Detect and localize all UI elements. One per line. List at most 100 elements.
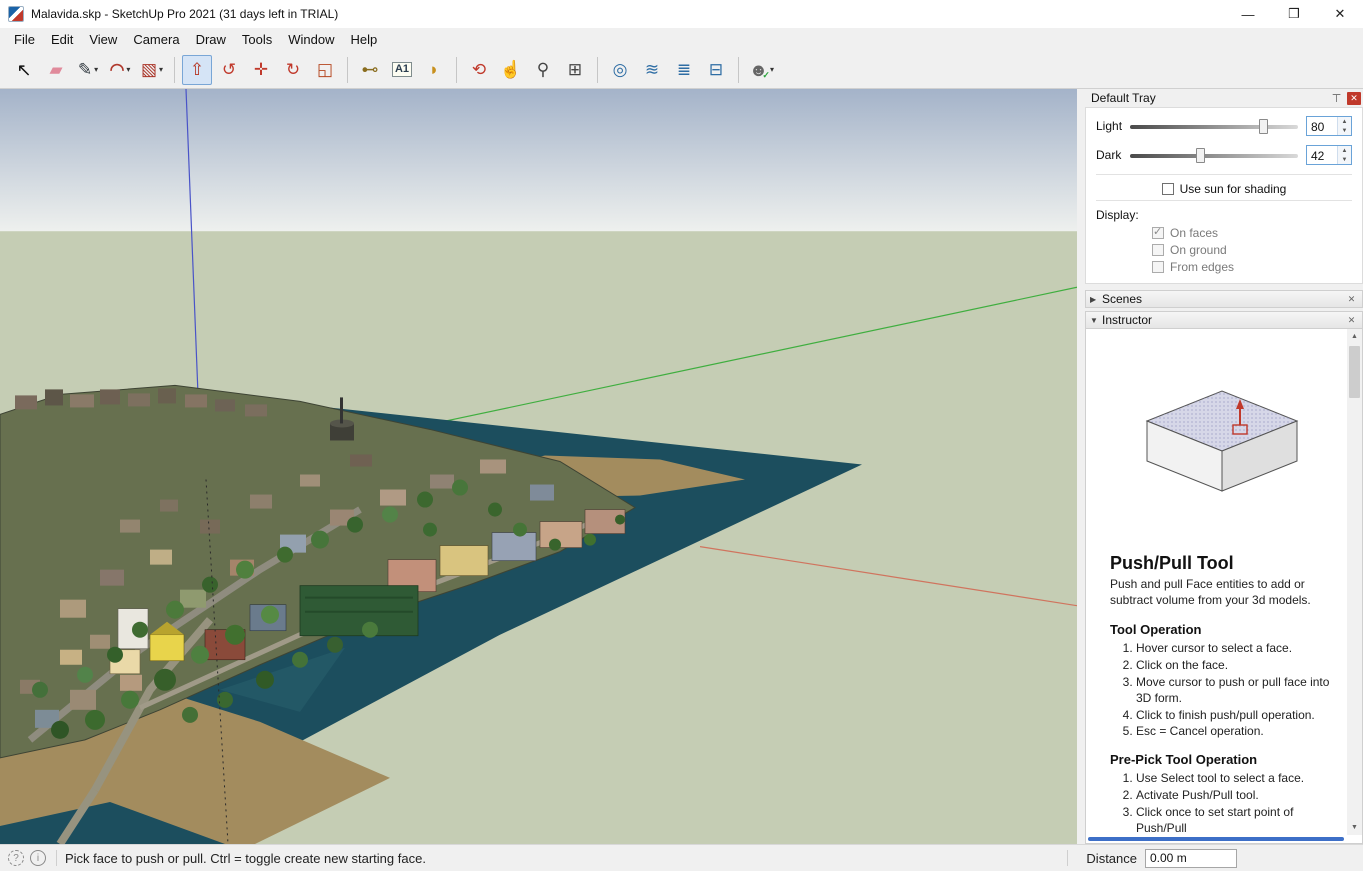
xray-view-tool[interactable]: ≋: [637, 55, 667, 85]
account-avatar[interactable]: ☻ ✓ ▾: [746, 55, 777, 85]
dark-spin-down-icon[interactable]: ▼: [1338, 155, 1351, 164]
line-tool-dropdown-icon[interactable]: ▾: [94, 65, 98, 74]
offset-tool[interactable]: ↺: [214, 55, 244, 85]
layers-view-tool[interactable]: ≣: [669, 55, 699, 85]
orbit-tool-icon: ⟲: [471, 60, 487, 79]
move-tool[interactable]: ✛: [246, 55, 276, 85]
dark-label: Dark: [1096, 148, 1122, 162]
menu-draw[interactable]: Draw: [188, 29, 234, 50]
pin-icon[interactable]: ⊤: [1329, 92, 1344, 105]
arc-tool[interactable]: ◠ ▾: [105, 55, 135, 85]
close-button[interactable]: ✕: [1317, 0, 1363, 28]
help-icon[interactable]: ?: [8, 850, 24, 866]
orbit-tool[interactable]: ⟲: [464, 55, 494, 85]
zoom-tool[interactable]: ⚲: [528, 55, 558, 85]
maximize-button[interactable]: ❒: [1271, 0, 1317, 28]
light-slider[interactable]: [1130, 118, 1298, 134]
dark-spin-up-icon[interactable]: ▲: [1338, 146, 1351, 155]
zoom-extents-tool-icon: ⊞: [567, 60, 583, 79]
line-tool[interactable]: ✎ ▾: [73, 55, 103, 85]
on-ground-checkbox[interactable]: [1152, 244, 1164, 256]
scale-tool-icon: ◱: [316, 60, 334, 79]
text-tool[interactable]: A1: [387, 55, 417, 85]
account-avatar-badge-icon: ✓: [762, 69, 770, 80]
prepick-heading: Pre-Pick Tool Operation: [1110, 752, 1258, 768]
shadow-settings-panel: Light 80 ▲ ▼ Dark 42 ▲ ▼ Use sun for sha…: [1085, 107, 1363, 284]
menu-edit[interactable]: Edit: [43, 29, 81, 50]
window-title: Malavida.skp - SketchUp Pro 2021 (31 day…: [31, 7, 339, 21]
menu-tools[interactable]: Tools: [234, 29, 280, 50]
menu-view[interactable]: View: [81, 29, 125, 50]
tray-header[interactable]: Default Tray ⊤ ✕: [1085, 89, 1363, 107]
zoom-extents-tool[interactable]: ⊞: [560, 55, 590, 85]
light-spinbox[interactable]: 80 ▲ ▼: [1306, 116, 1352, 136]
instructor-collapse-icon[interactable]: ▼: [1090, 316, 1102, 325]
select-tool[interactable]: ↖: [9, 55, 39, 85]
select-tool-icon: ↖: [16, 59, 32, 80]
shapes-tool-dropdown-icon[interactable]: ▾: [159, 65, 163, 74]
push-pull-tool[interactable]: ⇧: [182, 54, 212, 85]
toolbar-separator: [456, 56, 457, 83]
minimize-button[interactable]: —: [1225, 0, 1271, 28]
dark-spinbox[interactable]: 42 ▲ ▼: [1306, 145, 1352, 165]
scale-tool[interactable]: ◱: [310, 55, 340, 85]
light-slider-handle[interactable]: [1259, 118, 1269, 134]
instructor-horizontal-scrollbar[interactable]: [1088, 837, 1344, 841]
rotate-tool-icon: ↻: [285, 60, 301, 79]
instructor-close-icon[interactable]: ✕: [1345, 314, 1358, 326]
dark-slider[interactable]: [1130, 147, 1298, 163]
scroll-down-icon[interactable]: ▼: [1347, 820, 1362, 835]
zoom-tool-icon: ⚲: [536, 60, 550, 79]
toolbar: ↖ ▰ ✎ ▾ ◠ ▾ ▧ ▾ ⇧ ↺ ✛ ↻ ◱ ⊷ A1 ◗ ⟲ ☝ ⚲ ⊞ ◎ ≋ ≣ ⊟ ☻ ✓ ▾: [0, 51, 1363, 89]
section-view-tool[interactable]: ⊟: [701, 55, 731, 85]
on-faces-checkbox[interactable]: [1152, 225, 1164, 239]
menu-window[interactable]: Window: [280, 29, 342, 50]
sky: [0, 89, 1077, 232]
scenes-expand-icon[interactable]: ▶: [1090, 295, 1102, 304]
light-slider-track[interactable]: [1130, 124, 1298, 129]
paint-bucket-tool[interactable]: ◗: [419, 55, 449, 85]
shapes-tool[interactable]: ▧ ▾: [137, 55, 167, 85]
pan-tool[interactable]: ☝: [496, 55, 526, 85]
distance-input[interactable]: [1145, 848, 1237, 868]
dark-slider-track[interactable]: [1130, 153, 1298, 158]
dark-slider-handle[interactable]: [1195, 147, 1205, 163]
eraser-tool[interactable]: ▰: [41, 55, 71, 85]
menu-file[interactable]: File: [6, 29, 43, 50]
light-spin-down-icon[interactable]: ▼: [1338, 126, 1351, 135]
menu-camera[interactable]: Camera: [125, 29, 187, 50]
tape-measure-tool[interactable]: ⊷: [355, 55, 385, 85]
tray-close-button[interactable]: ✕: [1347, 91, 1361, 105]
instructor-vertical-scrollbar[interactable]: ▲ ▼: [1347, 329, 1362, 835]
arc-tool-dropdown-icon[interactable]: ▾: [126, 65, 130, 74]
use-sun-checkbox[interactable]: [1161, 183, 1174, 195]
scroll-up-icon[interactable]: ▲: [1347, 329, 1362, 344]
styles-view-tool[interactable]: ◎: [605, 55, 635, 85]
dark-value[interactable]: 42: [1307, 146, 1337, 164]
from-edges-checkbox[interactable]: [1152, 261, 1164, 273]
menu-help[interactable]: Help: [343, 29, 386, 50]
instructor-step: Use Select tool to select a face.: [1136, 771, 1333, 787]
scenes-section-header[interactable]: ▶ Scenes ✕: [1085, 290, 1363, 308]
rotate-tool[interactable]: ↻: [278, 55, 308, 85]
sketchup-app-icon: [8, 6, 24, 22]
layers-view-tool-icon: ≣: [676, 60, 692, 79]
viewport[interactable]: [0, 89, 1077, 844]
titlebar: Malavida.skp - SketchUp Pro 2021 (31 day…: [0, 0, 1363, 28]
prepick-list: Use Select tool to select a face.Activat…: [1110, 771, 1333, 835]
tape-measure-tool-icon: ⊷: [361, 60, 379, 79]
light-value[interactable]: 80: [1307, 117, 1337, 135]
on-ground-label: On ground: [1170, 243, 1227, 257]
instructor-section-header[interactable]: ▼ Instructor ✕: [1085, 311, 1363, 329]
light-spin-up-icon[interactable]: ▲: [1338, 117, 1351, 126]
viewport-canvas[interactable]: [0, 89, 1077, 844]
scenes-close-icon[interactable]: ✕: [1345, 293, 1358, 305]
info-icon[interactable]: i: [30, 850, 46, 866]
paint-bucket-tool-icon: ◗: [428, 60, 440, 79]
eraser-tool-icon: ▰: [49, 60, 63, 79]
account-avatar-dropdown-icon[interactable]: ▾: [770, 65, 774, 74]
instructor-panel: Push/Pull Tool Push and pull Face entiti…: [1085, 329, 1363, 844]
scrollbar-track[interactable]: [1347, 344, 1362, 820]
scrollbar-thumb[interactable]: [1349, 346, 1360, 398]
instructor-step: Move cursor to push or pull face into 3D…: [1136, 675, 1333, 707]
